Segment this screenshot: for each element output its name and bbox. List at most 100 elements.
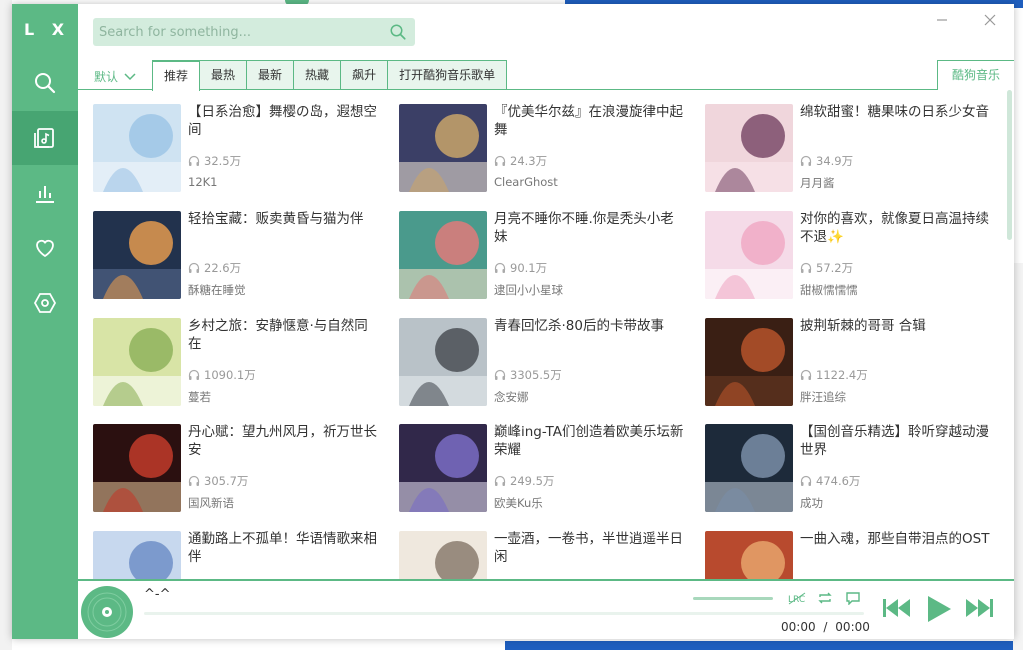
playlist-card[interactable]: 一曲入魂，那些自带泪点的OST: [705, 531, 995, 579]
close-icon: [984, 14, 996, 26]
tab-hottest[interactable]: 最热: [199, 60, 248, 89]
play-button[interactable]: [926, 595, 952, 623]
play-count-value: 305.7万: [204, 474, 249, 488]
playlist-title[interactable]: 一壶酒，一卷书，半世逍遥半日闲: [494, 530, 684, 566]
playlist-title[interactable]: 绵软甜蜜！糖果味の日系少女音: [800, 103, 990, 121]
playlist-author[interactable]: 甜椒懦懦懦: [800, 282, 858, 298]
sort-dropdown[interactable]: 默认: [94, 68, 136, 85]
tab-open-kugou-playlist[interactable]: 打开酷狗音乐歌单: [387, 60, 508, 89]
playlist-author[interactable]: 胖汪追综: [800, 389, 846, 405]
tab-hot-collect[interactable]: 热藏: [293, 60, 342, 89]
headphones-icon: [188, 262, 200, 273]
playlist-author[interactable]: ClearGhost: [494, 175, 558, 189]
playlist-cover[interactable]: [705, 318, 793, 406]
playlist-title[interactable]: 通勤路上不孤单！华语情歌来相伴: [188, 530, 378, 566]
playlist-card[interactable]: 【日系治愈】舞樱の岛，遐想空间 32.5万 12K1: [93, 104, 383, 194]
playlist-author[interactable]: 成功: [800, 495, 823, 511]
sidebar-item-settings[interactable]: [12, 276, 78, 330]
tab-rising[interactable]: 飙升: [340, 60, 389, 89]
playlist-cover[interactable]: [399, 211, 487, 299]
playlist-cover[interactable]: [93, 104, 181, 192]
playlist-play-count: 90.1万: [494, 260, 547, 276]
playlist-title[interactable]: 披荆斩棘的哥哥 合辑: [800, 317, 990, 335]
desktop-background-right-lower: [1013, 263, 1023, 650]
sidebar-item-songlist[interactable]: [12, 111, 78, 165]
sidebar-item-favorites[interactable]: [12, 221, 78, 275]
playlist-cover[interactable]: [705, 211, 793, 299]
playlist-card[interactable]: 丹心赋：望九州风月，祈万世长安 305.7万国风新语: [93, 424, 383, 514]
playlist-cover[interactable]: [705, 424, 793, 512]
playlist-cover[interactable]: [93, 211, 181, 299]
playlist-cover[interactable]: [705, 104, 793, 192]
playlist-author[interactable]: 国风新语: [188, 495, 234, 511]
next-button[interactable]: [964, 597, 994, 619]
tab-newest[interactable]: 最新: [246, 60, 295, 89]
cover-image: [399, 531, 487, 579]
previous-icon: [883, 599, 910, 617]
desktop-background-right: [1013, 38, 1023, 263]
playlist-title[interactable]: 一曲入魂，那些自带泪点的OST: [800, 530, 990, 548]
playlist-card[interactable]: 月亮不睡你不睡.你是秃头小老妹 90.1万逮回小小星球: [399, 211, 689, 301]
scrollbar[interactable]: [1007, 90, 1012, 240]
playlist-card[interactable]: 对你的喜欢，就像夏日高温持续不退✨ 57.2万甜椒懦懦懦: [705, 211, 995, 301]
search-input[interactable]: [93, 18, 385, 46]
playlist-card[interactable]: 轻拾宝藏：贩卖黄昏与猫为伴 22.6万 酥糖在睡觉: [93, 211, 383, 301]
playlist-cover[interactable]: [93, 318, 181, 406]
source-selector[interactable]: 酷狗音乐: [936, 60, 1014, 90]
playlist-cover[interactable]: [399, 531, 487, 579]
playlist-play-count: 57.2万: [800, 260, 853, 276]
playlist-title[interactable]: 丹心赋：望九州风月，祈万世长安: [188, 423, 378, 459]
playlist-author[interactable]: 月月酱: [800, 175, 835, 191]
playlist-card[interactable]: 通勤路上不孤单！华语情歌来相伴: [93, 531, 383, 579]
playlist-cover[interactable]: [399, 104, 487, 192]
minimize-button[interactable]: [930, 10, 954, 30]
track-title: ^-^: [144, 587, 171, 602]
loop-button[interactable]: [816, 589, 834, 607]
playlist-cover[interactable]: [93, 531, 181, 579]
playlist-title[interactable]: 乡村之旅：安静惬意·与自然同在: [188, 317, 378, 353]
playlist-title[interactable]: 对你的喜欢，就像夏日高温持续不退✨: [800, 210, 990, 246]
playlist-cover[interactable]: [399, 424, 487, 512]
playlist-card[interactable]: 『优美华尔兹』在浪漫旋律中起舞 24.3万 ClearGhost: [399, 104, 689, 194]
sidebar-item-search[interactable]: [12, 56, 78, 110]
album-disc[interactable]: [80, 585, 134, 639]
playlist-cover[interactable]: [399, 318, 487, 406]
playlist-card[interactable]: 披荆斩棘的哥哥 合辑 1122.4万 胖汪追综: [705, 318, 995, 408]
tab-recommend[interactable]: 推荐: [152, 60, 201, 91]
close-button[interactable]: [978, 10, 1002, 30]
previous-button[interactable]: [882, 597, 912, 619]
playlist-title[interactable]: 轻拾宝藏：贩卖黄昏与猫为伴: [188, 210, 378, 228]
playlist-title[interactable]: 青春回忆杀·80后的卡带故事: [494, 317, 684, 335]
playlist-author[interactable]: 酥糖在睡觉: [188, 282, 246, 298]
playlist-author[interactable]: 念安娜: [494, 389, 529, 405]
playlist-card[interactable]: 绵软甜蜜！糖果味の日系少女音 34.9万 月月酱: [705, 104, 995, 194]
heart-icon: [36, 239, 54, 258]
playlist-card[interactable]: 青春回忆杀·80后的卡带故事 3305.5万 念安娜: [399, 318, 689, 408]
playlist-card[interactable]: 巅峰ing-TA们创造着欧美乐坛新荣耀 249.5万 欧美Ku乐: [399, 424, 689, 514]
playlist-author[interactable]: 蔓若: [188, 389, 211, 405]
lyric-button[interactable]: LRC: [788, 589, 806, 607]
playlist-author[interactable]: 逮回小小星球: [494, 282, 563, 298]
sidebar-item-leaderboard[interactable]: [12, 166, 78, 220]
cover-image: [399, 318, 487, 406]
search-button[interactable]: [385, 19, 411, 45]
playlist-card[interactable]: 【国创音乐精选】聆听穿越动漫世界 474.6万 成功: [705, 424, 995, 514]
playlist-cover[interactable]: [705, 531, 793, 579]
playlist-author[interactable]: 12K1: [188, 175, 218, 189]
comment-button[interactable]: [844, 589, 862, 607]
playlist-cover[interactable]: [93, 424, 181, 512]
playlist-title[interactable]: 『优美华尔兹』在浪漫旋律中起舞: [494, 103, 684, 139]
playlist-play-count: 474.6万: [800, 473, 860, 489]
playlist-title[interactable]: 【国创音乐精选】聆听穿越动漫世界: [800, 423, 990, 459]
playlist-play-count: 305.7万: [188, 473, 248, 489]
play-count-value: 57.2万: [816, 261, 854, 275]
playlist-title[interactable]: 月亮不睡你不睡.你是秃头小老妹: [494, 210, 684, 246]
playlist-card[interactable]: 一壶酒，一卷书，半世逍遥半日闲: [399, 531, 689, 579]
playlist-author[interactable]: 欧美Ku乐: [494, 495, 543, 511]
volume-slider[interactable]: [693, 597, 773, 600]
playlist-title[interactable]: 巅峰ing-TA们创造着欧美乐坛新荣耀: [494, 423, 684, 459]
playlist-play-count: 24.3万: [494, 153, 547, 169]
playlist-card[interactable]: 乡村之旅：安静惬意·与自然同在 1090.1万 蔓若: [93, 318, 383, 408]
playlist-title[interactable]: 【日系治愈】舞樱の岛，遐想空间: [188, 103, 378, 139]
progress-bar[interactable]: [144, 612, 864, 615]
